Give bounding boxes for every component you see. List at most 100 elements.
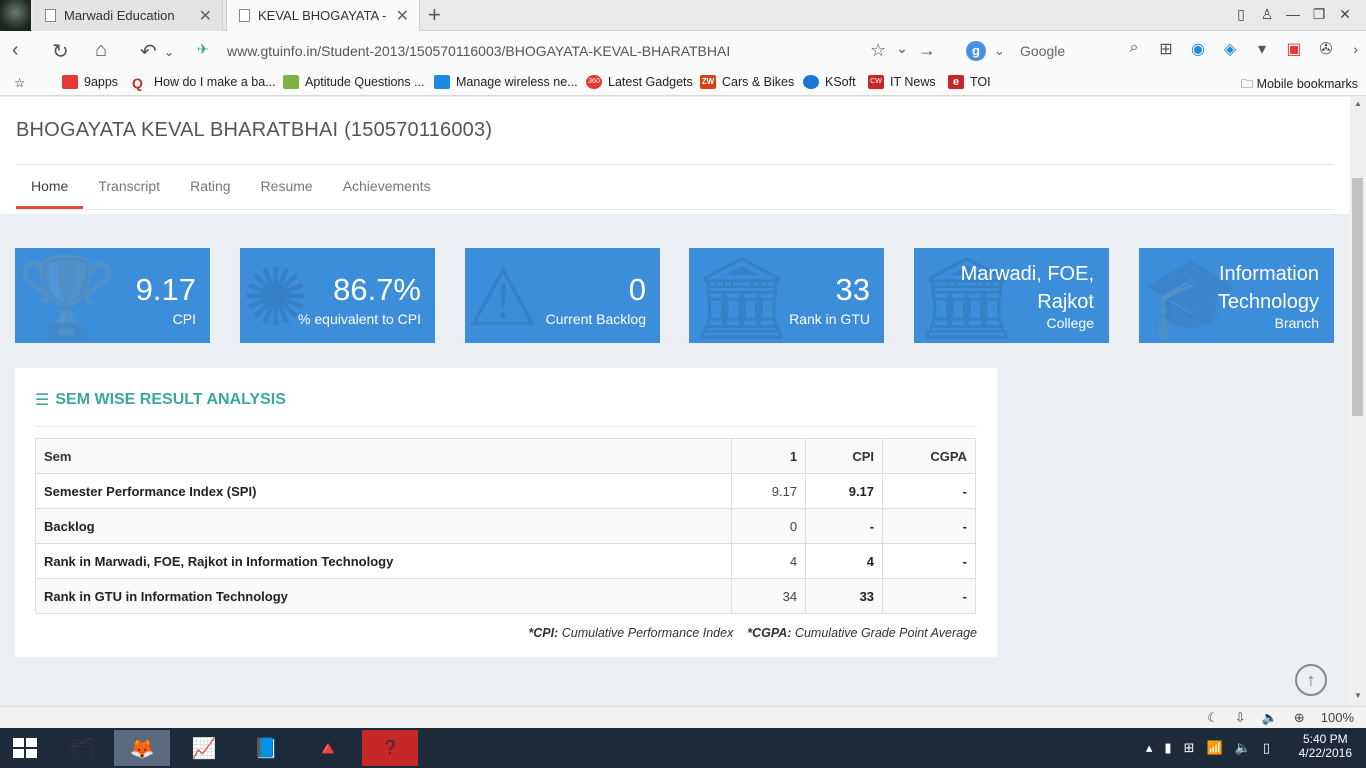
- result-table: Sem 1 CPI CGPA Semester Performance Inde…: [34, 438, 976, 614]
- extension-icon[interactable]: ◈: [1218, 39, 1242, 61]
- scroll-up-icon[interactable]: ▲: [1354, 99, 1362, 108]
- bookmark-toi[interactable]: e TOI: [948, 75, 991, 89]
- network-icon[interactable]: ▮: [1164, 740, 1171, 756]
- profile-avatar[interactable]: [0, 0, 31, 31]
- sem1-value: 34: [731, 578, 807, 614]
- zigwheels-icon: ZW: [700, 75, 716, 89]
- tab-resume[interactable]: Resume: [246, 165, 328, 209]
- bookmark-how-do-i[interactable]: Q How do I make a ba...: [132, 75, 276, 91]
- table-row: Backlog 0 - -: [34, 508, 976, 544]
- task-manager-icon[interactable]: 📈: [176, 730, 232, 766]
- close-icon[interactable]: ✕: [396, 6, 409, 26]
- table-header: 1: [731, 438, 807, 474]
- speed-icon[interactable]: ◉: [1186, 39, 1210, 61]
- scrollbar[interactable]: ▲ ▼: [1350, 97, 1366, 706]
- zoom-icon[interactable]: ⊕: [1294, 710, 1305, 726]
- undo-icon[interactable]: ↶: [140, 39, 157, 64]
- url-input[interactable]: www.gtuinfo.in/Student-2013/150570116003…: [227, 43, 730, 59]
- bookmark-latest-gadgets[interactable]: 360 Latest Gadgets: [586, 75, 693, 89]
- star-icon[interactable]: ☆: [870, 40, 886, 61]
- wifi-icon[interactable]: 📶: [1206, 740, 1222, 756]
- mobile-bookmarks[interactable]: 🗀 Mobile bookmarks: [1241, 75, 1358, 96]
- office-icon[interactable]: ▣: [1282, 39, 1306, 61]
- download-icon[interactable]: ⇩: [1235, 710, 1246, 726]
- site-security-icon[interactable]: ✈: [197, 41, 219, 59]
- ksoft-icon: [803, 75, 819, 89]
- divider: [35, 426, 977, 427]
- status-icons: ☾ ⇩ 🔈 ⊕ 100%: [1207, 710, 1354, 726]
- toi-icon: e: [948, 75, 964, 89]
- row-label: Backlog: [34, 508, 733, 544]
- cpi-value: 9.17: [805, 473, 884, 509]
- notepad-icon[interactable]: 📘: [238, 730, 294, 766]
- minimize-icon[interactable]: —: [1280, 6, 1306, 23]
- browser-status-bar: ☾ ⇩ 🔈 ⊕ 100%: [0, 706, 1366, 728]
- tab-rating[interactable]: Rating: [175, 165, 245, 209]
- gadgets-icon: 360: [586, 75, 602, 89]
- search-icon[interactable]: ⌕: [1122, 39, 1146, 61]
- tab-transcript[interactable]: Transcript: [83, 165, 175, 209]
- tab-title: Marwadi Education: [64, 8, 175, 23]
- scroll-to-top-button[interactable]: ↑: [1295, 664, 1327, 696]
- bookmarks-star-icon[interactable]: ☆: [14, 75, 25, 90]
- window-controls: ▯ ♙ — ❐ ✕: [1228, 6, 1358, 23]
- clock[interactable]: 5:40 PM 4/22/2016: [1299, 732, 1352, 760]
- search-engine-icon[interactable]: g: [966, 41, 986, 61]
- chevron-down-icon[interactable]: ⌄: [994, 43, 1005, 59]
- bookmark-it-news[interactable]: CW IT News: [868, 75, 936, 89]
- bookmark-cars-bikes[interactable]: ZW Cars & Bikes: [700, 75, 794, 89]
- night-mode-icon[interactable]: ☾: [1207, 710, 1219, 726]
- volume-icon[interactable]: 🔈: [1235, 740, 1251, 756]
- page-content: BHOGAYATA KEVAL BHARATBHAI (150570116003…: [0, 97, 1350, 706]
- more-icon[interactable]: ›: [1353, 41, 1358, 57]
- battery-icon[interactable]: ▯: [1263, 740, 1270, 756]
- tab-home[interactable]: Home: [16, 165, 84, 209]
- start-button[interactable]: [0, 728, 50, 768]
- bookmark-aptitude[interactable]: Aptitude Questions ...: [283, 75, 425, 89]
- film-icon[interactable]: ✇: [1314, 39, 1338, 61]
- table-header-row: Sem 1 CPI CGPA: [34, 438, 976, 474]
- help-app-icon[interactable]: ?: [362, 730, 418, 766]
- browser-tab-marwadi[interactable]: Marwadi Education ✕: [33, 0, 223, 31]
- card-label: Rank in GTU: [789, 311, 870, 327]
- search-input[interactable]: Google: [1020, 43, 1065, 59]
- reader-icon[interactable]: ▯: [1228, 6, 1254, 23]
- volume-icon[interactable]: 🔈: [1262, 710, 1278, 726]
- page-icon: [239, 9, 250, 22]
- bookmark-ksoft[interactable]: KSoft: [803, 75, 856, 89]
- tab-achievements[interactable]: Achievements: [328, 165, 446, 209]
- bookmark-9apps[interactable]: 9apps: [62, 75, 118, 89]
- list-icon: ☰: [35, 392, 50, 409]
- branch-card: 🎓 Information Technology Branch: [1139, 248, 1334, 343]
- file-explorer-icon[interactable]: 🗂: [54, 730, 110, 766]
- warning-icon: ⚠: [467, 253, 539, 342]
- chevron-up-icon[interactable]: ▴: [1146, 740, 1153, 756]
- scroll-down-icon[interactable]: ▼: [1354, 691, 1362, 700]
- go-arrow-icon[interactable]: →: [918, 40, 936, 61]
- leaf-icon: [283, 75, 299, 89]
- vlc-icon[interactable]: 🔺: [300, 730, 356, 766]
- reload-icon[interactable]: ↻: [52, 39, 69, 64]
- new-tab-button[interactable]: +: [428, 2, 441, 28]
- close-icon[interactable]: ✕: [199, 6, 212, 26]
- scrollbar-thumb[interactable]: [1352, 178, 1363, 416]
- back-icon[interactable]: ‹: [12, 39, 19, 62]
- skin-icon[interactable]: ♙: [1254, 6, 1280, 23]
- card-label: Branch: [1274, 315, 1319, 331]
- chevron-down-icon[interactable]: ⌄: [164, 45, 174, 59]
- card-value: Information Technology: [1217, 263, 1319, 313]
- pocket-icon[interactable]: ▾: [1250, 39, 1274, 61]
- profile-tabs: Home Transcript Rating Resume Achievemen…: [16, 165, 446, 209]
- home-icon[interactable]: ⌂: [95, 39, 107, 62]
- windows-icon[interactable]: ⊞: [1184, 740, 1195, 756]
- apps-grid-icon[interactable]: ⊞: [1154, 39, 1178, 61]
- card-value: 0: [628, 272, 646, 307]
- bookmark-manage-wireless[interactable]: Manage wireless ne...: [434, 75, 578, 89]
- address-bar: ‹ ↻ ⌂ ↶ ⌄ ✈ www.gtuinfo.in/Student-2013/…: [0, 31, 1366, 71]
- chevron-down-icon[interactable]: ⌄: [896, 40, 908, 61]
- uc-browser-icon[interactable]: 🦊: [114, 730, 170, 766]
- browser-tab-keval[interactable]: KEVAL BHOGAYATA - 15( ✕: [226, 0, 420, 31]
- zoom-level[interactable]: 100%: [1321, 710, 1354, 726]
- close-window-icon[interactable]: ✕: [1332, 6, 1358, 23]
- restore-icon[interactable]: ❐: [1306, 6, 1332, 23]
